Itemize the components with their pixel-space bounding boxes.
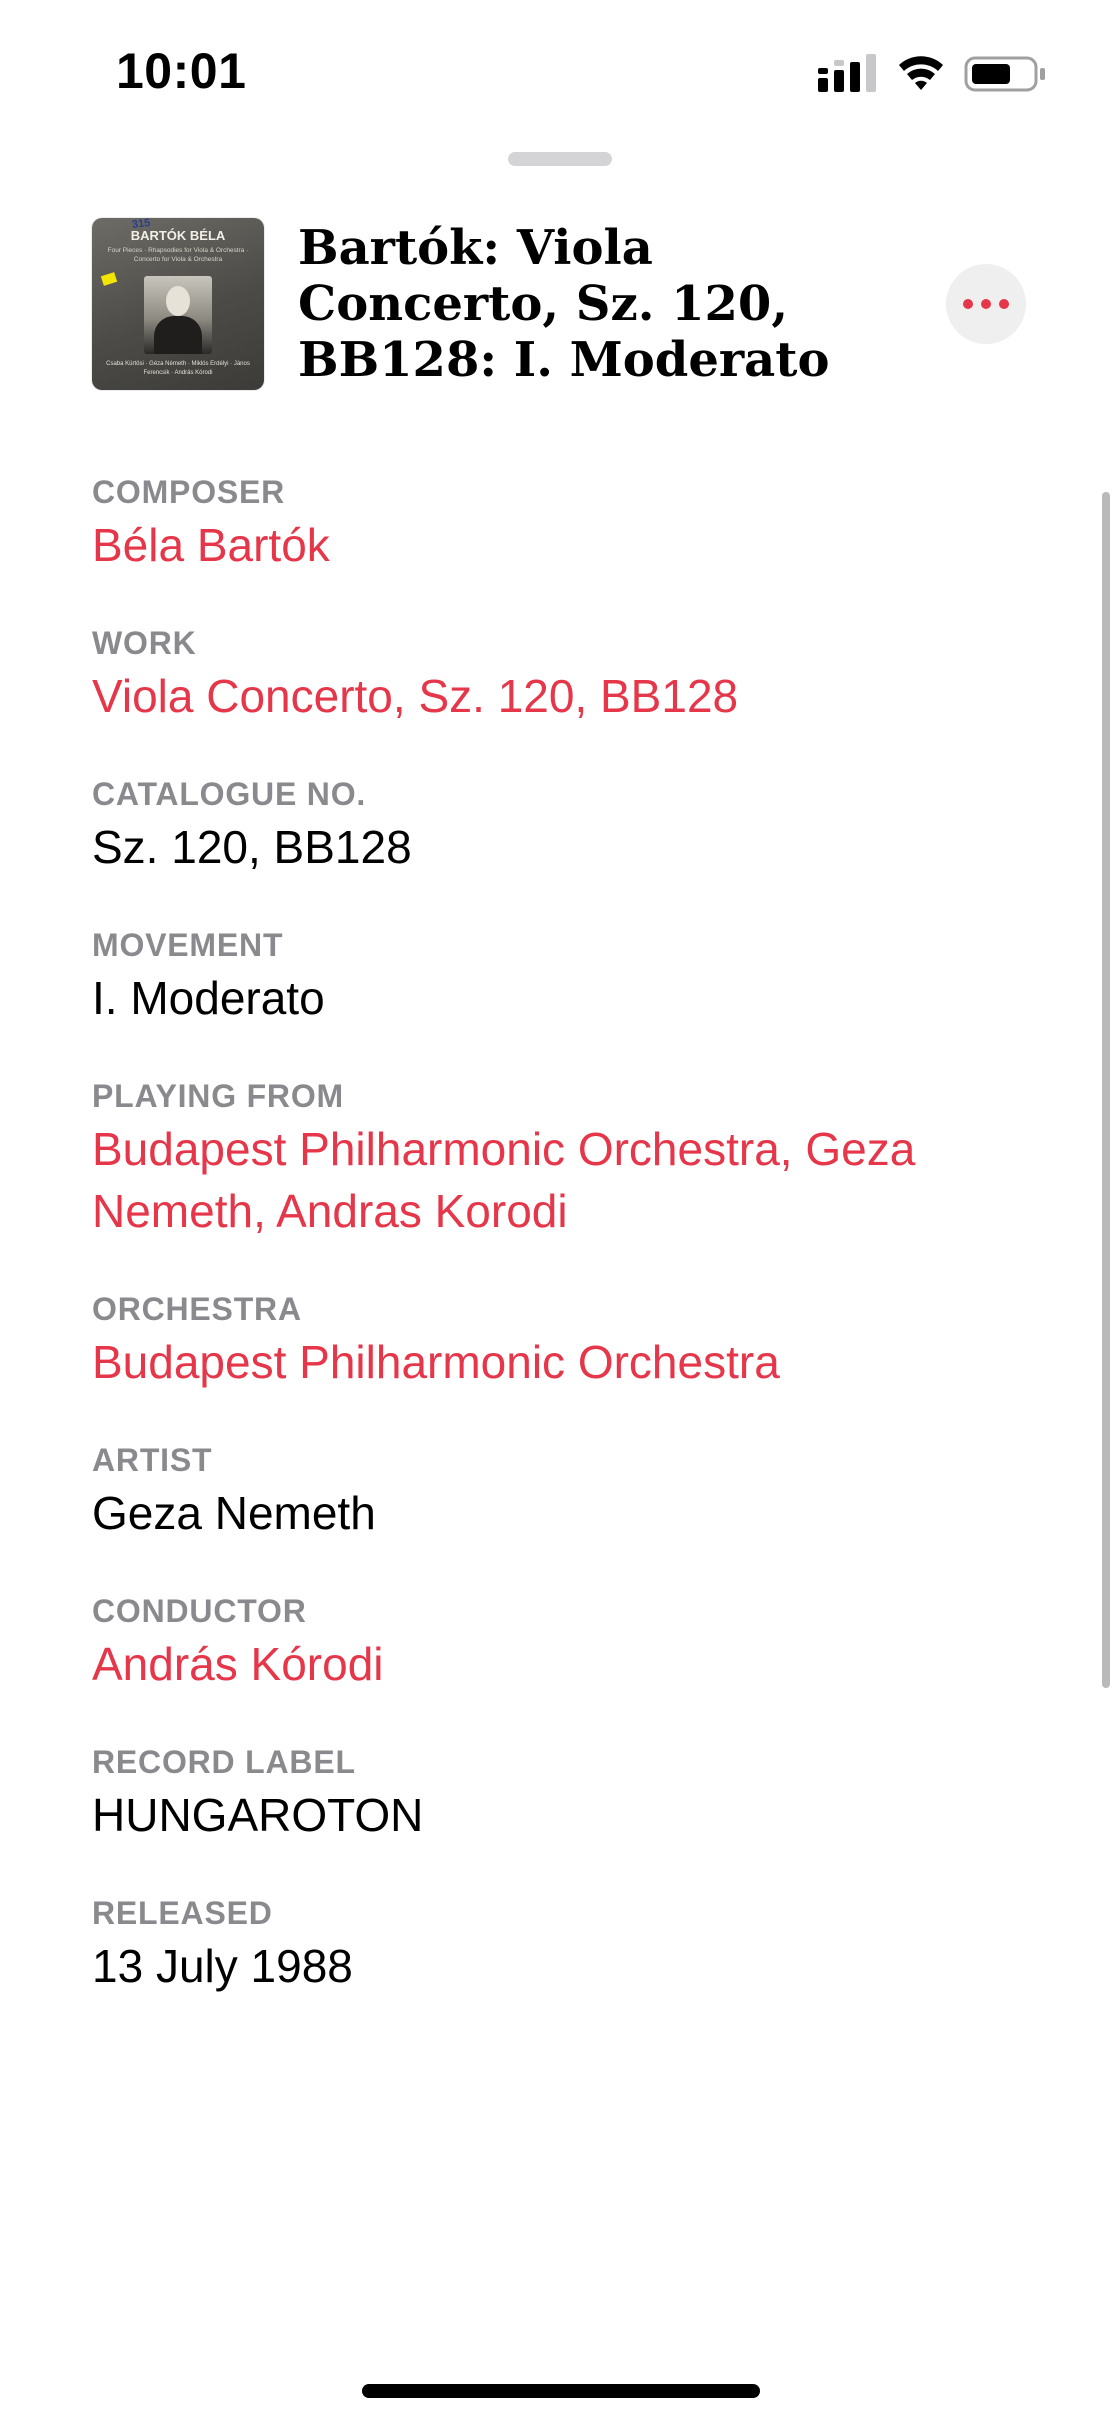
wifi-icon: [899, 56, 943, 90]
field-record-label: RECORD LABEL HUNGAROTON: [92, 1742, 1052, 1846]
scrollbar[interactable]: [1102, 492, 1110, 1688]
artwork-portrait: [144, 276, 212, 354]
released-value: 13 July 1988: [92, 1940, 353, 1992]
artwork-sticker: [100, 272, 118, 286]
field-label: WORK: [92, 625, 197, 661]
status-time: 10:01: [116, 43, 247, 99]
field-label: ORCHESTRA: [92, 1291, 302, 1327]
more-options-button[interactable]: [946, 264, 1026, 344]
album-artwork: 315 BARTÓK BÉLA Four Pieces · Rhapsodies…: [92, 218, 264, 390]
work-link[interactable]: Viola Concerto, Sz. 120, BB128: [92, 665, 1052, 727]
field-label: CONDUCTOR: [92, 1593, 307, 1629]
field-label: COMPOSER: [92, 474, 286, 510]
artwork-header-text: BARTÓK BÉLA: [130, 228, 226, 243]
artwork-subtitle-text: Four Pieces · Rhapsodies for Viola & Orc…: [107, 247, 249, 263]
field-label: RELEASED: [92, 1895, 273, 1931]
field-label: CATALOGUE NO.: [92, 776, 367, 812]
playing-from-link[interactable]: Budapest Philharmonic Orchestra, Geza Ne…: [92, 1118, 1052, 1242]
field-label: MOVEMENT: [92, 927, 284, 963]
field-label: RECORD LABEL: [92, 1744, 356, 1780]
battery-icon: [964, 56, 1045, 92]
field-work: WORK Viola Concerto, Sz. 120, BB128: [92, 623, 1052, 727]
artwork-credits-text: Csaba Kürtösi · Géza Németh · Miklós Erd…: [106, 361, 250, 376]
field-orchestra: ORCHESTRA Budapest Philharmonic Orchestr…: [92, 1289, 1052, 1393]
field-composer: COMPOSER Béla Bartók: [92, 472, 1052, 576]
field-conductor: CONDUCTOR András Kórodi: [92, 1591, 1052, 1695]
field-label: ARTIST: [92, 1442, 213, 1478]
field-movement: MOVEMENT I. Moderato: [92, 925, 1052, 1029]
field-released: RELEASED 13 July 1988: [92, 1893, 1052, 1997]
field-artist: ARTIST Geza Nemeth: [92, 1440, 1052, 1544]
home-indicator[interactable]: [362, 2384, 760, 2398]
artist-value: Geza Nemeth: [92, 1487, 376, 1539]
track-info-sheet: 10:01 315 BARTÓK BÉLA Four Pieces · Rhap…: [0, 0, 1120, 2424]
field-catalogue-no: CATALOGUE NO. Sz. 120, BB128: [92, 774, 1052, 878]
track-title: Bartók: Viola Concerto, Sz. 120, BB128: …: [298, 220, 830, 388]
field-playing-from: PLAYING FROM Budapest Philharmonic Orche…: [92, 1076, 1052, 1242]
record-label-value: HUNGAROTON: [92, 1789, 424, 1841]
status-bar: 10:01: [0, 0, 1120, 140]
sheet-grabber[interactable]: [508, 152, 612, 166]
conductor-link[interactable]: András Kórodi: [92, 1633, 1052, 1695]
catalogue-no-value: Sz. 120, BB128: [92, 821, 412, 873]
track-details-list: COMPOSER Béla Bartók WORK Viola Concerto…: [92, 472, 1052, 2044]
composer-link[interactable]: Béla Bartók: [92, 514, 1052, 576]
movement-value: I. Moderato: [92, 972, 325, 1024]
ellipsis-icon: [963, 299, 973, 309]
orchestra-link[interactable]: Budapest Philharmonic Orchestra: [92, 1331, 1052, 1393]
field-label: PLAYING FROM: [92, 1078, 344, 1114]
cellular-signal-icon: [818, 54, 876, 92]
